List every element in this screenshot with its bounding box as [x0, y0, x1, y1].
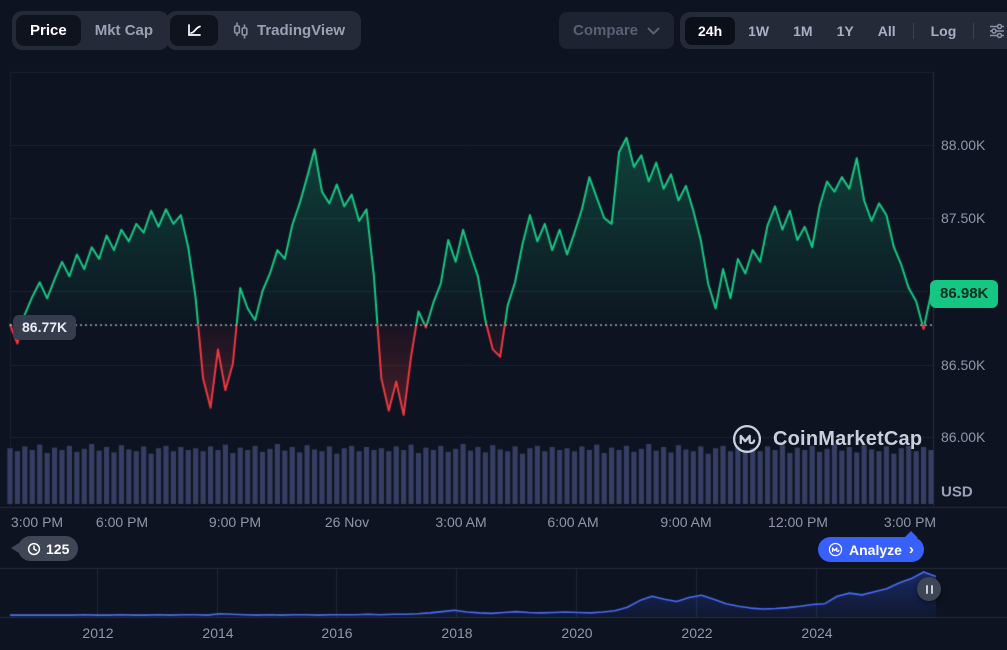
baseline-price-badge: 86.77K: [13, 315, 76, 340]
range-1y-button[interactable]: 1Y: [826, 17, 865, 45]
divider: [913, 23, 914, 39]
compare-label: Compare: [573, 22, 638, 39]
time-axis-tick: 26 Nov: [325, 514, 369, 530]
main-chart-region[interactable]: [10, 72, 933, 506]
price-tab[interactable]: Price: [16, 15, 81, 46]
sliders-icon: [988, 22, 1006, 40]
clock-history-icon: [27, 542, 41, 556]
minimap-year-tick: 2022: [681, 625, 712, 641]
minimap-year-tick: 2018: [441, 625, 472, 641]
time-axis-tick: 9:00 AM: [660, 514, 711, 530]
candlestick-tradingview-button[interactable]: TradingView: [220, 21, 357, 40]
mktcap-tab[interactable]: Mkt Cap: [83, 22, 165, 39]
chart-settings-button[interactable]: [980, 16, 1007, 46]
range-1w-button[interactable]: 1W: [737, 17, 780, 45]
price-axis-tick: 86.00K: [941, 429, 985, 445]
range-24h-button[interactable]: 24h: [685, 17, 735, 45]
chevron-down-icon: [647, 27, 660, 35]
mktcap-tab-label: Mkt Cap: [95, 22, 153, 39]
minimap-year-tick: 2020: [561, 625, 592, 641]
minimap-year-tick: 2024: [801, 625, 832, 641]
time-axis-tick: 3:00 PM: [884, 514, 936, 530]
minimap-year-tick: 2014: [202, 625, 233, 641]
minimap-year-tick: 2012: [82, 625, 113, 641]
chart-type-toggle: TradingView: [166, 11, 361, 50]
time-range-group: 24h 1W 1M 1Y All Log: [680, 12, 1007, 49]
currency-label: USD: [941, 484, 973, 501]
price-tab-label: Price: [30, 22, 67, 39]
candlestick-icon: [232, 21, 249, 40]
time-axis-tick: 12:00 PM: [768, 514, 828, 530]
line-chart-icon: [185, 21, 204, 40]
range-1m-button[interactable]: 1M: [782, 17, 823, 45]
tradingview-label: TradingView: [257, 22, 345, 39]
log-scale-button[interactable]: Log: [920, 17, 968, 45]
bar-history-count: 125: [46, 541, 69, 557]
line-chart-type-button[interactable]: [170, 15, 218, 46]
price-axis-tick: 88.00K: [941, 137, 985, 153]
bar-history-badge[interactable]: 125: [18, 536, 78, 561]
price-mktcap-toggle: Price Mkt Cap: [12, 11, 169, 50]
minimap-year-tick: 2016: [321, 625, 352, 641]
chevron-right-icon: ›: [909, 541, 914, 558]
time-axis-tick: 6:00 AM: [547, 514, 598, 530]
divider: [973, 23, 974, 39]
time-axis-tick: 9:00 PM: [209, 514, 261, 530]
chart-page: Price Mkt Cap TradingView Com: [0, 0, 1007, 650]
minimap-range-handle[interactable]: [917, 577, 941, 601]
compare-button[interactable]: Compare: [559, 12, 674, 49]
time-axis-tick: 6:00 PM: [96, 514, 148, 530]
current-price-badge: 86.98K: [930, 280, 998, 308]
time-axis-tick: 3:00 PM: [11, 514, 63, 530]
history-minimap-region[interactable]: [10, 568, 936, 618]
price-axis-tick: 86.50K: [941, 357, 985, 373]
analyze-button[interactable]: Analyze ›: [818, 537, 924, 562]
analyze-label: Analyze: [849, 542, 902, 558]
price-axis-tick: 87.50K: [941, 210, 985, 226]
range-all-button[interactable]: All: [867, 17, 907, 45]
time-axis-tick: 3:00 AM: [435, 514, 486, 530]
analyze-cmc-logo-icon: [828, 542, 843, 557]
